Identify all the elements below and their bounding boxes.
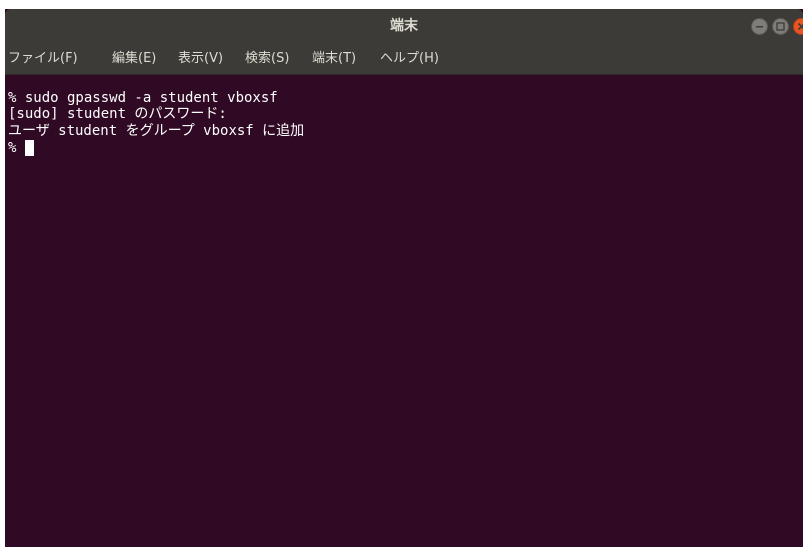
- terminal-window: 端末 ファイル(F) 編集(E) 表示(V) 検索(S) 端末(T) ヘルプ(H…: [5, 9, 803, 547]
- close-button[interactable]: [793, 18, 803, 35]
- cursor: [25, 140, 35, 156]
- menu-edit[interactable]: 編集(E): [112, 44, 156, 74]
- terminal-line: [sudo] student のパスワード:: [8, 106, 227, 122]
- maximize-icon: [776, 22, 785, 31]
- minimize-button[interactable]: [751, 18, 768, 35]
- title-bar[interactable]: 端末: [5, 9, 803, 44]
- prompt: %: [8, 140, 17, 156]
- terminal-area[interactable]: % sudo gpasswd -a student vboxsf [sudo] …: [5, 75, 803, 547]
- menu-file[interactable]: ファイル(F): [8, 44, 78, 74]
- close-icon: [797, 22, 803, 31]
- menu-bar: ファイル(F) 編集(E) 表示(V) 検索(S) 端末(T) ヘルプ(H): [5, 44, 803, 75]
- terminal-line: % sudo gpasswd -a student vboxsf: [8, 90, 278, 106]
- terminal-line: ユーザ student をグループ vboxsf に追加: [8, 123, 305, 139]
- menu-help[interactable]: ヘルプ(H): [380, 44, 439, 74]
- window-title: 端末: [390, 18, 418, 34]
- menu-terminal[interactable]: 端末(T): [312, 44, 356, 74]
- prompt-line: %: [8, 140, 35, 156]
- menu-search[interactable]: 検索(S): [245, 44, 289, 74]
- maximize-button[interactable]: [772, 18, 789, 35]
- minimize-icon: [756, 26, 763, 28]
- menu-view[interactable]: 表示(V): [178, 44, 223, 74]
